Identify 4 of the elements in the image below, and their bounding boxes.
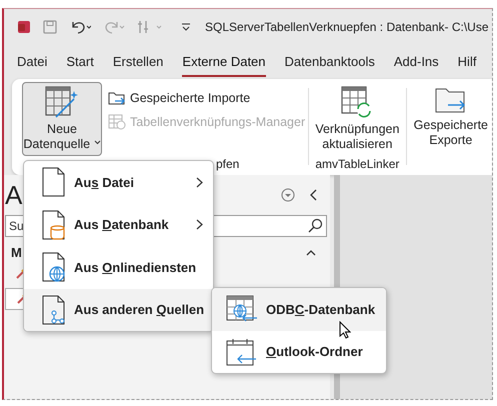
group-label: amvTableLinker [315, 157, 400, 173]
pane-title: A [5, 180, 22, 210]
group-label: pfen [216, 157, 240, 173]
window-title: SQLServerTabellenVerknuepfen : Datenbank- C:\Use [205, 20, 488, 34]
